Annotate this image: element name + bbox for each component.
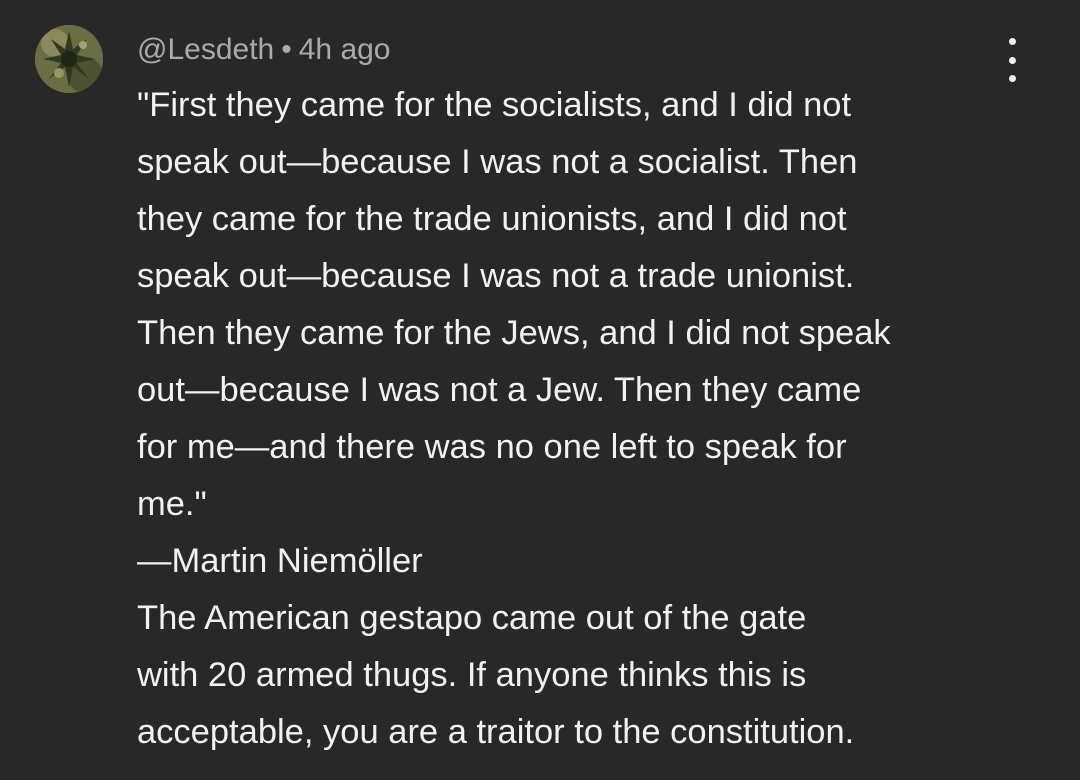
comment-line: me." [137,485,207,523]
comment-line: acceptable, you are a traitor to the con… [137,713,855,751]
comment-line: "First they came for the socialists, and… [137,86,852,124]
comment-line: for me—and there was no one left to spea… [137,428,847,466]
comment-header: @Lesdeth • 4h ago [137,30,391,70]
comment-line: out—because I was not a Jew. Then they c… [137,371,862,409]
more-vert-icon-dot [1008,56,1016,64]
comment-timestamp[interactable]: 4h ago [299,33,391,66]
comment-line: speak out—because I was not a socialist.… [137,143,858,181]
comment: @Lesdeth • 4h ago "First they came for the… [0,0,1080,780]
comment-line: —Martin Niemöller [137,542,423,580]
more-vert-icon-dot [1008,38,1016,45]
author-avatar[interactable] [35,25,103,93]
comment-line: Then they came for the Jews, and I did n… [137,314,891,352]
comment-line: they came for the trade unionists, and I… [137,200,847,238]
separator-dot: • [281,33,292,66]
avatar-image [35,25,103,93]
comment-line: with 20 armed thugs. If anyone thinks th… [137,656,807,694]
more-options-button[interactable] [992,38,1032,82]
comment-line: The American gestapo came out of the gat… [137,599,807,637]
author-name[interactable]: @Lesdeth [137,33,274,66]
comment-line: speak out—because I was not a trade unio… [137,257,855,295]
comment-body: "First they came for the socialists, and… [137,77,1017,761]
